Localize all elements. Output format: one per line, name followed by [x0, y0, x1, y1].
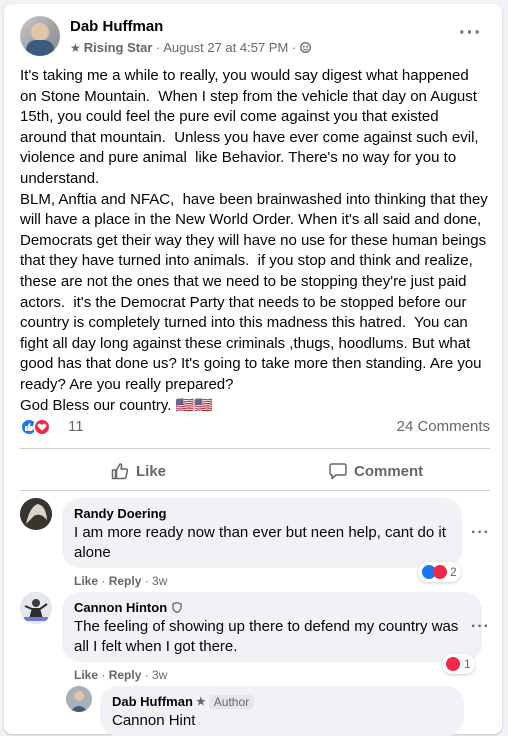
comment-bubble: Cannon Hinton The feeling of showing up … — [62, 592, 482, 662]
comment-bubble-icon — [329, 463, 347, 480]
commenter-name[interactable]: Randy Doering — [74, 506, 166, 521]
like-button[interactable]: Like — [110, 456, 166, 486]
shield-icon — [172, 602, 182, 613]
author-tag: Author — [208, 694, 255, 709]
rising-star-icon: ★ — [70, 41, 81, 55]
commenter-name[interactable]: Cannon Hinton — [74, 600, 167, 615]
comment-text: The feeling of showing up there to defen… — [74, 618, 459, 655]
comment-reply-link[interactable]: Reply — [109, 668, 142, 682]
author-avatar[interactable] — [20, 16, 60, 56]
reaction-count[interactable]: 11 — [68, 418, 84, 435]
love-reaction-icon — [446, 657, 460, 671]
post-header: Dab Huffman ★ Rising Star · August 27 at … — [20, 16, 490, 60]
comment-item: Randy Doering I am more ready now than e… — [20, 498, 490, 588]
comment-reactions[interactable]: 2 — [418, 562, 461, 582]
reply-text: Cannon Hint — [112, 712, 196, 729]
commenter-avatar[interactable] — [20, 592, 52, 624]
author-name[interactable]: Dab Huffman — [70, 18, 163, 35]
comment-options-icon[interactable]: ··· — [471, 524, 490, 542]
comment-like-link[interactable]: Like — [74, 574, 98, 588]
post-card: Dab Huffman ★ Rising Star · August 27 at … — [4, 4, 502, 736]
comment-reactions[interactable]: 1 — [442, 654, 475, 674]
meta-separator: · — [156, 40, 161, 55]
reaction-summary[interactable]: 11 24 Comments — [20, 416, 490, 440]
comment-button[interactable]: Comment — [328, 456, 423, 486]
comment-options-icon[interactable]: ··· — [471, 618, 490, 636]
like-button-label: Like — [136, 462, 167, 480]
post-timestamp[interactable]: August 27 at 4:57 PM — [163, 40, 288, 55]
rising-star-badge[interactable]: Rising Star — [84, 40, 153, 55]
comment-actions: Like · Reply · 3w — [74, 668, 168, 682]
thumbs-up-icon — [111, 463, 129, 480]
reply-item: Dab Huffman ★ Author Cannon Hint — [66, 686, 476, 736]
divider — [20, 448, 490, 449]
love-reaction-icon — [33, 418, 51, 436]
love-reaction-icon — [433, 565, 447, 579]
divider — [20, 490, 490, 491]
rising-star-icon: ★ — [195, 696, 206, 708]
comment-time[interactable]: 3w — [152, 668, 167, 682]
post-options-icon[interactable]: ··· — [459, 22, 482, 45]
comment-time[interactable]: 3w — [152, 574, 167, 588]
comment-reaction-count: 2 — [450, 565, 457, 579]
comment-text: I am more ready now than ever but neen h… — [74, 524, 446, 561]
comment-button-label: Comment — [354, 462, 424, 480]
audience-icon[interactable] — [299, 40, 311, 55]
reply-author-name[interactable]: Dab Huffman — [112, 694, 193, 709]
post-meta: ★ Rising Star · August 27 at 4:57 PM · — [70, 40, 311, 55]
meta-separator: · — [291, 40, 297, 55]
comment-bubble: Randy Doering I am more ready now than e… — [62, 498, 462, 568]
reply-bubble: Dab Huffman ★ Author Cannon Hint — [100, 686, 464, 736]
post-body: It's taking me a while to really, you wo… — [20, 67, 488, 414]
reply-author-avatar[interactable] — [66, 686, 92, 712]
comment-reaction-count: 1 — [464, 657, 471, 671]
comment-actions: Like · Reply · 3w — [74, 574, 168, 588]
comment-item: Cannon Hinton The feeling of showing up … — [20, 592, 490, 682]
comment-like-link[interactable]: Like — [74, 668, 98, 682]
comment-reply-link[interactable]: Reply — [109, 574, 142, 588]
comments-count-link[interactable]: 24 Comments — [397, 418, 490, 435]
commenter-avatar[interactable] — [20, 498, 52, 530]
